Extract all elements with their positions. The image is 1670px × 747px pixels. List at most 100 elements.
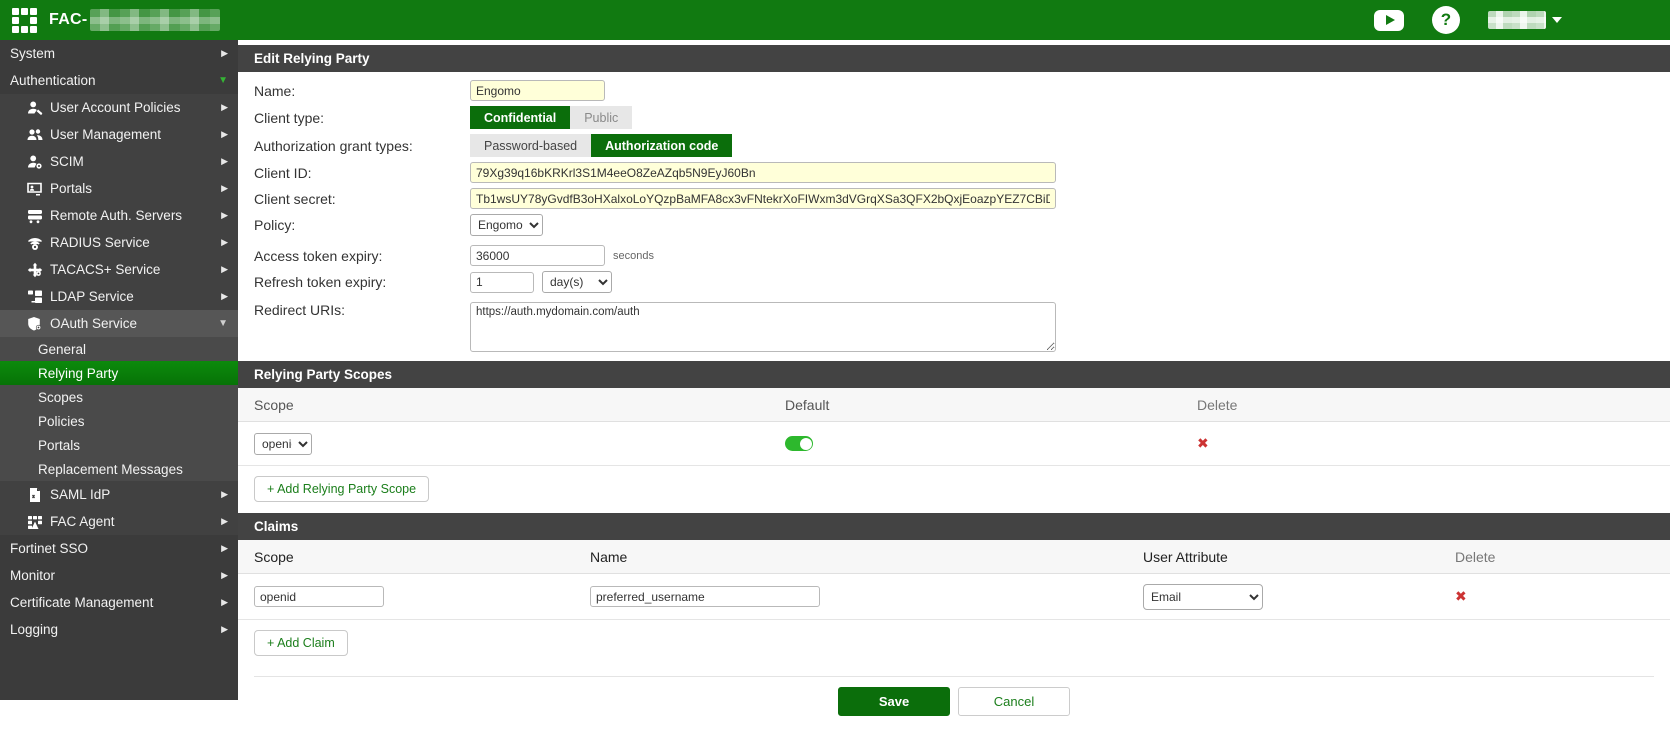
chevron-right-icon: ▶ — [221, 489, 228, 500]
scopes-table-header: Scope Default Delete — [238, 388, 1670, 422]
actions-divider — [254, 676, 1654, 677]
delete-claim-icon[interactable]: ✖ — [1455, 588, 1467, 604]
default-toggle[interactable] — [785, 436, 813, 451]
chevron-right-icon: ▶ — [221, 156, 228, 167]
form-actions: Save Cancel — [238, 687, 1670, 716]
sidebar-item-tacacs-service[interactable]: TACACS+ Service ▶ — [0, 256, 238, 283]
appliance-name: FAC- — [49, 11, 88, 29]
chevron-right-icon: ▶ — [221, 210, 228, 221]
sidebar-item-relying-party[interactable]: Relying Party — [0, 361, 238, 385]
user-menu[interactable] — [1488, 11, 1562, 29]
authentication-submenu: User Account Policies ▶ User Management … — [0, 94, 238, 535]
sidebar-item-remote-auth-servers[interactable]: Remote Auth. Servers ▶ — [0, 202, 238, 229]
claim-scope-input[interactable] — [254, 586, 384, 607]
document-icon — [26, 486, 43, 503]
cancel-button[interactable]: Cancel — [958, 687, 1070, 716]
grant-types-label: Authorization grant types: — [254, 138, 470, 154]
sidebar-item-scim[interactable]: SCIM ▶ — [0, 148, 238, 175]
chevron-right-icon: ▶ — [221, 543, 228, 554]
access-token-expiry-input[interactable] — [470, 245, 605, 266]
claims-table-header: Scope Name User Attribute Delete — [238, 540, 1670, 574]
claim-user-attribute-select[interactable]: Email — [1143, 584, 1263, 610]
sidebar-item-radius-service[interactable]: RADIUS Service ▶ — [0, 229, 238, 256]
client-id-label: Client ID: — [254, 165, 470, 181]
top-bar: FAC- ? — [0, 0, 1670, 40]
sidebar-item-user-management[interactable]: User Management ▶ — [0, 121, 238, 148]
sidebar-item-fortinet-sso[interactable]: Fortinet SSO ▶ — [0, 535, 238, 562]
chevron-right-icon: ▶ — [221, 237, 228, 248]
access-token-expiry-label: Access token expiry: — [254, 248, 470, 264]
claims-header: Claims — [238, 513, 1670, 540]
sidebar-item-oauth-portals[interactable]: Portals — [0, 433, 238, 457]
user-gear-icon — [26, 153, 43, 170]
refresh-token-expiry-input[interactable] — [470, 272, 534, 293]
refresh-token-expiry-label: Refresh token expiry: — [254, 274, 470, 290]
claims-col-user-attribute: User Attribute — [1143, 549, 1455, 565]
client-type-label: Client type: — [254, 110, 470, 126]
sidebar: System ▶ Authentication ▼ User Account P… — [0, 40, 238, 700]
chevron-right-icon: ▶ — [221, 264, 228, 275]
sidebar-item-fac-agent[interactable]: FAC Agent ▶ — [0, 508, 238, 535]
scopes-table-row: openid ✖ — [238, 422, 1670, 466]
claims-col-name: Name — [590, 549, 1143, 565]
sidebar-item-portals[interactable]: Portals ▶ — [0, 175, 238, 202]
scopes-col-delete: Delete — [1197, 397, 1670, 413]
app-window: FAC- ? System ▶ Authentication ▼ Use — [0, 0, 1670, 747]
fortinet-logo-icon — [12, 8, 37, 33]
client-type-public-button[interactable]: Public — [570, 106, 632, 129]
chevron-right-icon: ▶ — [221, 624, 228, 635]
scope-select[interactable]: openid — [254, 433, 312, 455]
sidebar-item-replacement-messages[interactable]: Replacement Messages — [0, 457, 238, 481]
claim-name-input[interactable] — [590, 586, 820, 607]
sidebar-item-oauth-service[interactable]: OAuth Service ▼ — [0, 310, 238, 337]
scopes-col-default: Default — [785, 397, 1197, 413]
grant-password-button[interactable]: Password-based — [470, 134, 591, 157]
sidebar-item-authentication[interactable]: Authentication ▼ — [0, 67, 238, 94]
name-input[interactable] — [470, 80, 605, 101]
youtube-icon[interactable] — [1374, 10, 1404, 31]
shield-icon — [26, 315, 43, 332]
sidebar-item-certificate-management[interactable]: Certificate Management ▶ — [0, 589, 238, 616]
client-type-toggle: Confidential Public — [470, 106, 632, 129]
save-button[interactable]: Save — [838, 687, 950, 716]
edit-relying-party-header: Edit Relying Party — [238, 45, 1670, 72]
client-secret-input[interactable] — [470, 188, 1056, 209]
ldap-tree-icon — [26, 288, 43, 305]
main-content: Edit Relying Party Name: Client type: Co… — [238, 40, 1670, 747]
sidebar-item-logging[interactable]: Logging ▶ — [0, 616, 238, 643]
client-type-confidential-button[interactable]: Confidential — [470, 106, 570, 129]
sidebar-item-saml-idp[interactable]: SAML IdP ▶ — [0, 481, 238, 508]
relying-party-form: Name: Client type: Confidential Public A… — [238, 72, 1670, 352]
sidebar-item-user-account-policies[interactable]: User Account Policies ▶ — [0, 94, 238, 121]
help-icon[interactable]: ? — [1432, 6, 1460, 34]
client-id-input[interactable] — [470, 162, 1056, 183]
users-icon — [26, 126, 43, 143]
sidebar-item-ldap-service[interactable]: LDAP Service ▶ — [0, 283, 238, 310]
cross-arrows-icon — [26, 261, 43, 278]
sidebar-item-monitor[interactable]: Monitor ▶ — [0, 562, 238, 589]
add-claim-button[interactable]: + Add Claim — [254, 630, 348, 656]
refresh-token-unit-select[interactable]: day(s) — [542, 271, 612, 293]
oauth-submenu: General Relying Party Scopes Policies Po… — [0, 337, 238, 481]
add-relying-party-scope-button[interactable]: + Add Relying Party Scope — [254, 476, 429, 502]
chevron-right-icon: ▶ — [221, 102, 228, 113]
redirect-uris-textarea[interactable]: https://auth.mydomain.com/auth — [470, 302, 1056, 352]
sidebar-item-oauth-scopes[interactable]: Scopes — [0, 385, 238, 409]
chevron-right-icon: ▶ — [221, 129, 228, 140]
sidebar-item-oauth-general[interactable]: General — [0, 337, 238, 361]
chevron-right-icon: ▶ — [221, 291, 228, 302]
chevron-right-icon: ▶ — [221, 183, 228, 194]
policy-label: Policy: — [254, 217, 470, 233]
policy-select[interactable]: Engomo — [470, 214, 543, 236]
redacted-username — [1488, 11, 1546, 29]
redacted-hostname — [90, 9, 220, 31]
redirect-uris-label: Redirect URIs: — [254, 302, 470, 318]
chevron-right-icon: ▶ — [221, 570, 228, 581]
access-token-unit: seconds — [613, 250, 654, 262]
sidebar-item-oauth-policies[interactable]: Policies — [0, 409, 238, 433]
grant-authcode-button[interactable]: Authorization code — [591, 134, 732, 157]
sidebar-item-system[interactable]: System ▶ — [0, 40, 238, 67]
delete-scope-icon[interactable]: ✖ — [1197, 435, 1209, 451]
claims-col-scope: Scope — [254, 549, 590, 565]
user-policies-icon — [26, 99, 43, 116]
